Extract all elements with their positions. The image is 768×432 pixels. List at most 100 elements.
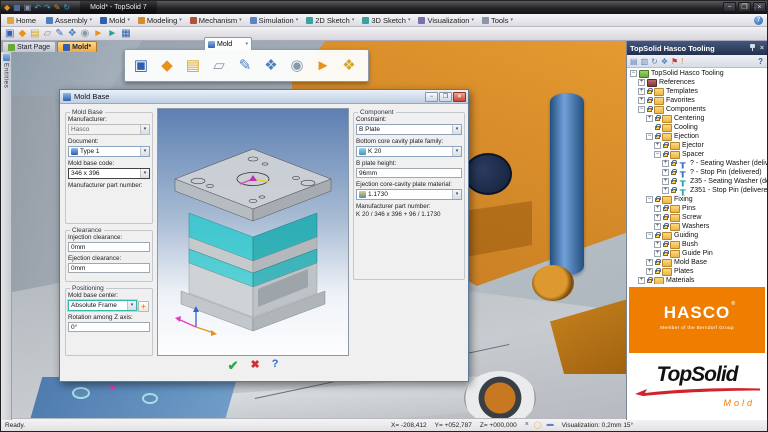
plate-family-select[interactable]: K 20 ▾ <box>356 146 462 157</box>
tree-item[interactable]: + Templates <box>627 87 767 96</box>
cavity-block-icon[interactable]: ◆ <box>18 28 26 39</box>
tab-home[interactable]: Home <box>3 14 42 27</box>
warning-icon[interactable]: ! <box>681 57 683 66</box>
redo-icon[interactable]: ↷ <box>44 4 51 12</box>
tree-item[interactable]: + Screw <box>627 213 767 222</box>
ejector-pin-icon[interactable]: ✎ <box>233 58 257 73</box>
tree-expander[interactable]: − <box>646 133 653 140</box>
tab-3d-sketch[interactable]: 3D Sketch ▾ <box>358 14 414 27</box>
tab-assembly[interactable]: Assembly ▾ <box>42 14 96 27</box>
tree-item[interactable]: − Spacer <box>627 150 767 159</box>
tree-expander[interactable]: − <box>646 232 653 239</box>
cancel-button[interactable]: ✖ <box>250 358 259 374</box>
minimize-button[interactable]: − <box>723 2 736 12</box>
tree-item[interactable]: + Z351 - Stop Pin (delivered) <box>627 186 767 195</box>
tab-2d-sketch[interactable]: 2D Sketch ▾ <box>302 14 358 27</box>
dialog-restore-button[interactable]: ❐ <box>439 92 452 102</box>
tree-expander[interactable]: + <box>654 241 661 248</box>
tree-item[interactable]: + ? - Seating Washer (delivered) <box>627 159 767 168</box>
tree-item[interactable]: + References <box>627 78 767 87</box>
pin-icon[interactable] <box>749 44 756 52</box>
refresh-icon[interactable]: ↻ <box>651 57 658 66</box>
tree-item[interactable]: Cooling <box>627 123 767 132</box>
tree-item[interactable]: + Favorites <box>627 96 767 105</box>
tree-expander[interactable]: + <box>646 268 653 275</box>
tree-expander[interactable]: − <box>646 196 653 203</box>
dialog-close-button[interactable]: × <box>453 92 466 102</box>
tree-expander[interactable]: + <box>654 250 661 257</box>
tree-expander[interactable]: + <box>662 169 669 176</box>
tree-expander[interactable]: + <box>662 160 669 167</box>
demolding-icon[interactable]: ► <box>311 58 335 73</box>
collapse-tree-icon[interactable]: ▥ <box>641 57 649 66</box>
tree-expander[interactable]: + <box>638 88 645 95</box>
app-logo-icon[interactable]: ◆ <box>4 4 10 12</box>
cavity-insert-icon[interactable]: ◆ <box>155 58 179 73</box>
toolbar-close-icon[interactable]: × <box>759 5 763 11</box>
restore-button[interactable]: ❐ <box>738 2 751 12</box>
tree-expander[interactable]: + <box>654 142 661 149</box>
help-icon[interactable]: ? <box>754 16 763 25</box>
rotation-field[interactable]: 0° <box>68 322 150 332</box>
tab-modeling[interactable]: Modeling ▾ <box>134 14 186 27</box>
tab-mold-doc[interactable]: Mold* <box>57 41 97 52</box>
tab-mechanism[interactable]: Mechanism ▾ <box>186 14 246 27</box>
toolbar-options-icon[interactable]: ▾ <box>753 5 756 12</box>
tree-item[interactable]: + Pins <box>627 204 767 213</box>
frame-icon[interactable]: ▱ <box>44 28 52 39</box>
mold-preview-viewport[interactable] <box>157 108 349 356</box>
tree-item[interactable]: − Ejection <box>627 132 767 141</box>
tree-expander[interactable]: + <box>638 97 645 104</box>
eject-arrow-icon[interactable]: ► <box>107 28 117 39</box>
tree-item[interactable]: − TopSolid Hasco Tooling <box>627 69 767 78</box>
tree-item[interactable]: + Guide Pin <box>627 249 767 258</box>
tree-item[interactable]: + Z35 - Seating Washer (delivered) <box>627 177 767 186</box>
tree-expander[interactable]: + <box>646 115 653 122</box>
manufacturer-select[interactable]: Hasco ▾ <box>68 124 150 135</box>
help-button[interactable]: ? <box>272 358 279 374</box>
mold-base-icon[interactable]: ▣ <box>5 28 14 39</box>
components-icon[interactable]: ❖ <box>259 58 283 73</box>
plate-material-select[interactable]: 1.1730 ▾ <box>356 189 462 200</box>
tree-item[interactable]: + Materials <box>627 276 767 284</box>
tree-item[interactable]: + Plates <box>627 267 767 276</box>
components-icon[interactable]: ❖ <box>68 28 77 39</box>
flag-icon[interactable]: ⚑ <box>671 57 678 66</box>
mold-frame-icon[interactable]: ▱ <box>207 58 231 73</box>
coordinates-icon[interactable]: × <box>525 421 529 429</box>
tab-start-page[interactable]: Start Page <box>2 41 56 52</box>
dialog-minimize-button[interactable]: − <box>425 92 438 102</box>
dialog-title-bar[interactable]: Mold Base <box>60 90 468 104</box>
tree-expander[interactable]: + <box>654 214 661 221</box>
plates-icon[interactable]: ▤ <box>181 58 205 73</box>
tab-visualization[interactable]: Visualization ▾ <box>414 14 478 27</box>
settings-icon[interactable]: ❖ <box>661 57 668 66</box>
tree-expander[interactable]: + <box>654 223 661 230</box>
ejector-pin-icon[interactable]: ✎ <box>55 28 63 39</box>
ejection-clearance-field[interactable]: 0mm <box>68 263 150 273</box>
panel-header[interactable]: TopSolid Hasco Tooling × <box>627 41 767 55</box>
split-core-icon[interactable]: ◉ <box>285 58 309 73</box>
tree-expander[interactable]: + <box>662 178 669 185</box>
tree-expander[interactable]: − <box>654 151 661 158</box>
demolding-icon[interactable]: ► <box>93 28 103 39</box>
mold-base-icon[interactable]: ▣ <box>129 58 153 73</box>
constraint-select[interactable]: B Plate ▾ <box>356 124 462 135</box>
tree-item[interactable]: + Centering <box>627 114 767 123</box>
split-core-icon[interactable]: ◉ <box>81 28 90 39</box>
plate-height-field[interactable]: 96mm <box>356 168 462 178</box>
grid-icon[interactable]: ▬ <box>547 421 554 429</box>
tree-expander[interactable]: + <box>646 259 653 266</box>
tree-item[interactable]: + ? - Stop Pin (delivered) <box>627 168 767 177</box>
document-select[interactable]: Type 1 ▾ <box>68 146 150 157</box>
snap-icon[interactable]: ◯ <box>534 421 542 429</box>
tree-expander[interactable] <box>646 124 653 131</box>
mold-base-center-select[interactable]: Absolute Frame ▾ + <box>68 300 137 311</box>
tree-item[interactable]: + Ejector <box>627 141 767 150</box>
runner-icon[interactable]: ❖ <box>337 58 361 73</box>
tree-expander[interactable]: + <box>654 205 661 212</box>
visualization-setting[interactable]: Visualization: 0,2mm 15° <box>562 422 634 429</box>
expand-tree-icon[interactable]: ▤ <box>630 57 638 66</box>
tree-expander[interactable]: + <box>638 277 645 284</box>
mold-toolbar-tab[interactable]: Mold ▾ <box>204 37 252 50</box>
